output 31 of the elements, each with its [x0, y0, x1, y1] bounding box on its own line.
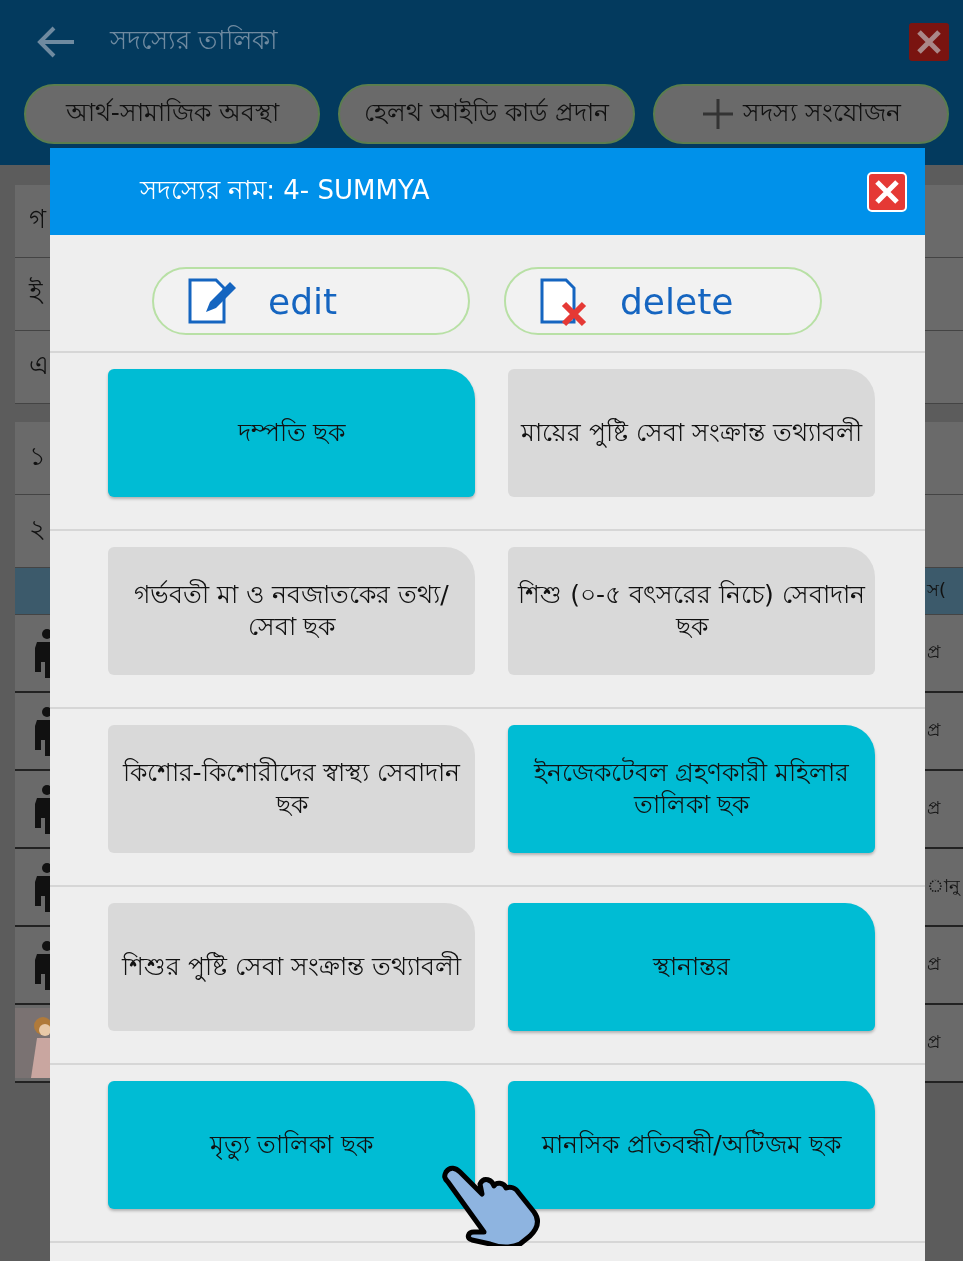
close-icon[interactable]	[909, 23, 949, 61]
menu-button[interactable]: শিশু (০-৫ বৎসরের নিচে) সেবাদান ছক	[508, 547, 875, 675]
table-cell-text: ই	[27, 276, 44, 309]
table-cell-text: প্র	[927, 717, 942, 742]
table-cell-text: ২	[28, 513, 47, 546]
table-cell-text: গ	[28, 203, 48, 236]
table-cell-text: প্র	[927, 951, 942, 976]
menu-button[interactable]: মানসিক প্রতিবন্ধী/অটিজম ছক	[508, 1081, 875, 1209]
table-cell-text: প্র	[927, 1029, 942, 1054]
menu-button[interactable]: কিশোর-কিশোরীদের স্বাস্থ্য সেবাদান ছক	[108, 725, 475, 853]
delete-button[interactable]: delete	[504, 267, 822, 335]
menu-button[interactable]: মৃত্যু তালিকা ছক	[108, 1081, 475, 1209]
menu-button[interactable]: দম্পতি ছক	[108, 369, 475, 497]
back-arrow-icon[interactable]	[36, 25, 76, 59]
table-cell-text: প্র	[927, 639, 942, 664]
screen-title: সদস্যের তালিকা	[110, 24, 280, 57]
table-cell-text: এ	[28, 349, 50, 382]
edit-button[interactable]: edit	[152, 267, 470, 335]
menu-button[interactable]: গর্ভবতী মা ও নবজাতকের তথ্য/ সেবা ছক	[108, 547, 475, 675]
table-cell-text: প্র	[927, 795, 942, 820]
menu-button[interactable]: মায়ের পুষ্টি সেবা সংক্রান্ত তথ্যাবলী	[508, 369, 875, 497]
menu-button[interactable]: ইনজেকটেবল গ্রহণকারী মহিলার তালিকা ছক	[508, 725, 875, 853]
plus-icon	[700, 97, 735, 131]
table-cell-text: ানু	[927, 873, 962, 898]
toolbar-button[interactable]: আর্থ-সামাজিক অবস্থা	[24, 84, 321, 144]
menu-button[interactable]: স্থানান্তর	[508, 903, 875, 1031]
table-cell-text: ১	[28, 440, 47, 473]
menu-button[interactable]: শিশুর পুষ্টি সেবা সংক্রান্ত তথ্যাবলী	[108, 903, 475, 1031]
dialog-title: সদস্যের নাম: 4- SUMMYA	[140, 173, 431, 207]
close-icon[interactable]	[867, 171, 907, 212]
table-cell-text: স(	[927, 577, 948, 602]
